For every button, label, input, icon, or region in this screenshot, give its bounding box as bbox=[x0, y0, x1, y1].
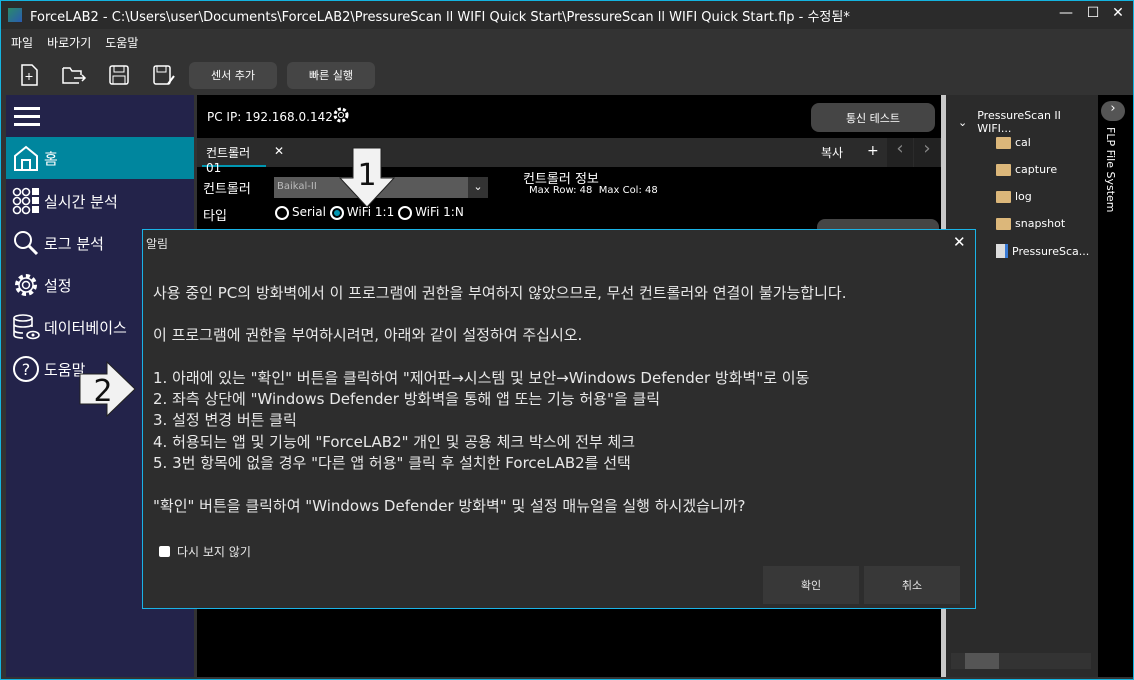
folder-icon bbox=[996, 136, 1011, 149]
tree-item-flp-file[interactable]: PressureSca... bbox=[996, 244, 1089, 258]
dialog-step-3: 3. 설정 변경 버튼 클릭 bbox=[153, 411, 297, 429]
dialog-question: "확인" 버튼을 클릭하여 "Windows Defender 방화벽" 및 설… bbox=[153, 497, 746, 515]
menu-shortcut[interactable]: 바로가기 bbox=[47, 34, 91, 51]
radio-label: Serial bbox=[292, 205, 326, 219]
search-icon bbox=[10, 227, 42, 259]
tab-close-icon[interactable]: ✕ bbox=[274, 144, 284, 158]
arrow-2-label: 2 bbox=[93, 374, 112, 409]
tree-item-cal[interactable]: cal bbox=[996, 136, 1031, 149]
flp-file-system-label: FLP File System bbox=[1104, 127, 1117, 213]
database-icon bbox=[10, 311, 42, 343]
tab-label: 컨트롤러01 bbox=[206, 146, 251, 175]
add-tab-button[interactable]: + bbox=[867, 143, 879, 159]
alert-dialog: 알림 ✕ 사용 중인 PC의 방화벽에서 이 프로그램에 권한을 부여하지 않았… bbox=[142, 229, 976, 609]
horizontal-scrollbar[interactable] bbox=[951, 653, 1091, 669]
save-icon[interactable] bbox=[106, 62, 132, 88]
open-folder-icon[interactable] bbox=[61, 62, 87, 88]
tree-item-label: log bbox=[1015, 190, 1032, 203]
tree-item-label: cal bbox=[1015, 136, 1031, 149]
maximize-button[interactable]: ☐ bbox=[1083, 5, 1103, 21]
scrollbar-thumb[interactable] bbox=[965, 653, 999, 669]
radio-circle-icon bbox=[398, 205, 413, 220]
cancel-button[interactable]: 취소 bbox=[864, 566, 960, 604]
checkbox-icon bbox=[159, 546, 170, 557]
dialog-step-5: 5. 3번 항목에 없을 경우 "다른 앱 허용" 클릭 후 설치한 Force… bbox=[153, 454, 631, 472]
tree-item-snapshot[interactable]: snapshot bbox=[996, 217, 1065, 230]
dialog-message-line: 사용 중인 PC의 방화벽에서 이 프로그램에 권한을 부여하지 않았으므로, … bbox=[153, 284, 847, 302]
chevron-down-icon: ⌄ bbox=[958, 115, 968, 129]
tree-item-label: PressureSca... bbox=[1012, 244, 1090, 258]
ok-button[interactable]: 확인 bbox=[763, 566, 859, 604]
dialog-step-1: 1. 아래에 있는 "확인" 버튼을 클릭하여 "제어판→시스템 및 보안→Wi… bbox=[153, 369, 810, 387]
annotation-arrow-right-icon: 2 bbox=[79, 361, 136, 417]
prev-tab-button[interactable]: ‹ bbox=[887, 138, 913, 167]
sidebar-item-home[interactable]: 홈 bbox=[6, 137, 194, 179]
save-as-icon[interactable] bbox=[151, 62, 177, 88]
home-icon bbox=[10, 142, 42, 174]
checkbox-label: 다시 보지 않기 bbox=[177, 545, 251, 559]
folder-icon bbox=[996, 190, 1011, 203]
dialog-step-2: 2. 좌측 상단에 "Windows Defender 방화벽을 통해 앱 또는… bbox=[153, 390, 661, 408]
sidebar-item-label: 로그 분석 bbox=[44, 234, 104, 253]
next-tab-button[interactable]: › bbox=[914, 138, 940, 167]
sidebar-item-label: 데이터베이스 bbox=[44, 318, 127, 337]
arrow-1-label: 1 bbox=[357, 158, 376, 193]
tree-item-label: capture bbox=[1015, 163, 1058, 176]
radio-label: WiFi 1:N bbox=[415, 205, 464, 219]
sidebar-item-label: 설정 bbox=[44, 276, 72, 295]
radio-circle-icon bbox=[275, 205, 289, 220]
dont-show-again-checkbox[interactable]: 다시 보지 않기 bbox=[159, 543, 251, 560]
tab-bar: 컨트롤러01 ✕ 복사 + ‹ › bbox=[197, 138, 941, 175]
dialog-close-button[interactable]: ✕ bbox=[953, 233, 966, 251]
folder-icon bbox=[996, 163, 1011, 176]
dialog-step-4: 4. 허용되는 앱 및 기능에 "ForceLAB2" 개인 및 공용 체크 박… bbox=[153, 433, 636, 451]
dialog-title: 알림 bbox=[146, 237, 169, 251]
folder-icon bbox=[996, 217, 1011, 230]
title-bar: ForceLAB2 - C:\Users\user\Documents\Forc… bbox=[1, 1, 1133, 29]
new-file-icon[interactable] bbox=[16, 62, 42, 88]
chevron-down-icon: ⌄ bbox=[468, 177, 488, 198]
tree-root[interactable]: ⌄ PressureScan II WIFI... bbox=[958, 109, 1098, 135]
svg-text:?: ? bbox=[22, 360, 31, 379]
app-window: ForceLAB2 - C:\Users\user\Documents\Forc… bbox=[0, 0, 1134, 680]
tree-item-capture[interactable]: capture bbox=[996, 163, 1057, 176]
sidebar-item-label: 홈 bbox=[44, 149, 58, 168]
radio-serial[interactable]: Serial bbox=[275, 205, 326, 220]
close-window-button[interactable]: ✕ bbox=[1108, 5, 1128, 21]
window-title: ForceLAB2 - C:\Users\user\Documents\Forc… bbox=[30, 9, 850, 25]
controller-select-value: Baikal-II bbox=[277, 181, 317, 192]
annotation-arrow-down-icon: 1 bbox=[339, 147, 395, 208]
menu-bar: 파일 바로가기 도움말 bbox=[1, 29, 142, 55]
sidebar-item-realtime[interactable]: 실시간 분석 bbox=[6, 180, 194, 222]
controller-label: 컨트롤러 bbox=[203, 182, 251, 197]
grid-icon bbox=[10, 185, 42, 217]
comm-test-button[interactable]: 통신 테스트 bbox=[811, 103, 935, 132]
minimize-button[interactable]: — bbox=[1056, 5, 1076, 21]
toolbar: 센서 추가 빠른 실행 bbox=[1, 57, 1133, 93]
file-icon bbox=[996, 244, 1008, 258]
sidebar-item-label: 실시간 분석 bbox=[44, 192, 118, 211]
ip-settings-gear-icon[interactable] bbox=[332, 106, 350, 128]
pc-ip-label: PC IP: 192.168.0.142 bbox=[207, 110, 333, 124]
side-panel-strip: › FLP File System bbox=[1098, 95, 1133, 677]
app-logo-icon bbox=[8, 8, 22, 22]
quick-run-button[interactable]: 빠른 실행 bbox=[287, 61, 375, 89]
help-icon: ? bbox=[10, 353, 42, 385]
tree-item-label: snapshot bbox=[1015, 217, 1066, 230]
tree-item-log[interactable]: log bbox=[996, 190, 1032, 203]
tab-controller01[interactable]: 컨트롤러01 bbox=[202, 138, 266, 175]
expand-panel-button[interactable]: › bbox=[1101, 101, 1125, 121]
menu-help[interactable]: 도움말 bbox=[105, 34, 138, 51]
controller-info-text: Max Row: 48 Max Col: 48 bbox=[529, 185, 658, 196]
dialog-message-line: 이 프로그램에 권한을 부여하시려면, 아래와 같이 설정하여 주십시오. bbox=[153, 326, 583, 344]
tree-root-label: PressureScan II WIFI... bbox=[977, 109, 1061, 135]
add-sensor-button[interactable]: 센서 추가 bbox=[189, 61, 277, 89]
menu-file[interactable]: 파일 bbox=[11, 34, 33, 51]
copy-button[interactable]: 복사 bbox=[821, 144, 843, 161]
type-label: 타입 bbox=[203, 209, 227, 224]
hamburger-menu-icon[interactable] bbox=[14, 107, 40, 126]
gear-icon bbox=[10, 269, 42, 301]
radio-wifi-1-n[interactable]: WiFi 1:N bbox=[398, 205, 464, 220]
